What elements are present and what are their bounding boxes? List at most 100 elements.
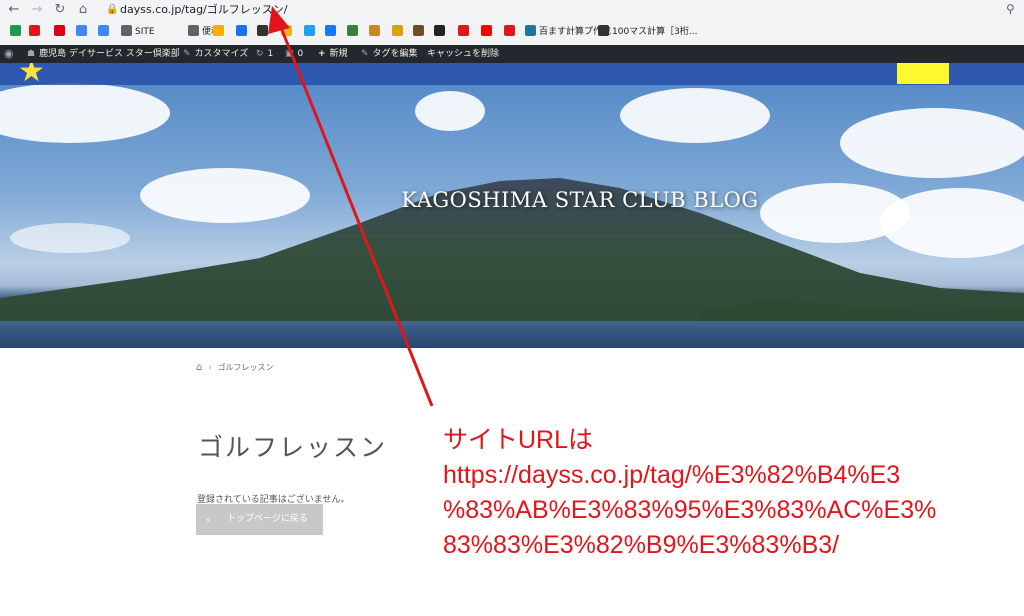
site-navigation: ★	[0, 63, 1024, 87]
address-bar[interactable]: 🔒 dayss.co.jp/tag/ゴルフレッスン/	[100, 1, 1000, 19]
url-text: dayss.co.jp/tag/ゴルフレッスン/	[120, 3, 288, 16]
google-drive-icon	[10, 25, 21, 36]
home-icon[interactable]: ⌂	[75, 2, 91, 18]
address-row: ← → ↻ ⌂ 🔒 dayss.co.jp/tag/ゴルフレッスン/ ⚲	[0, 0, 1024, 20]
bookmark-13[interactable]	[347, 25, 361, 39]
cloud	[620, 88, 770, 143]
tool-icon	[347, 25, 358, 36]
annotation-line: サイトURLは	[443, 426, 594, 454]
twitter-icon	[304, 25, 315, 36]
youtube-icon	[481, 25, 492, 36]
wp-admin-bar: ◉ ☗ 鹿児島 デイサービス スター倶楽部 ✎ カスタマイズ ↻ 1 ▣ 0 + 新規 ✎…	[0, 45, 1024, 63]
globe-icon	[257, 25, 268, 36]
blog-title: KAGOSHIMA STAR CLUB BLOG	[401, 188, 759, 212]
image-icon	[413, 25, 424, 36]
back-to-top-label: トップページに戻る	[227, 514, 308, 524]
browser-chrome: ← → ↻ ⌂ 🔒 dayss.co.jp/tag/ゴルフレッスン/ ⚲ SIT…	[0, 0, 1024, 45]
bookmark-11[interactable]	[304, 25, 318, 39]
page-title: ゴルフレッスン	[198, 433, 388, 462]
bookmarks-bar: SITE 便利 百ます計算プ作成 100マス計算［3桁...	[0, 22, 1024, 42]
bookmark-3[interactable]	[76, 25, 90, 39]
bookmark-8[interactable]	[236, 25, 250, 39]
admin-edit-tag-label: タグを編集	[372, 49, 418, 59]
hero-banner: ★ KAGOSHIMA STAR CLUB BLOG	[0, 63, 1024, 348]
star-icon	[281, 25, 292, 36]
back-to-top-button[interactable]: ‹ トップページに戻る	[196, 504, 323, 535]
admin-customize-label: カスタマイズ	[194, 49, 249, 59]
admin-clear-cache[interactable]: キャッシュを削除	[427, 45, 499, 63]
bookmark-12[interactable]	[325, 25, 339, 39]
annotation-line: https://dayss.co.jp/tag/%E3%82%B4%E3	[443, 461, 901, 489]
translate-icon	[98, 25, 109, 36]
admin-customize[interactable]: ✎ カスタマイズ	[183, 45, 248, 63]
star-logo-icon[interactable]: ★	[18, 63, 45, 87]
reload-icon[interactable]: ↻	[52, 2, 68, 18]
bookmark-20[interactable]	[504, 25, 518, 39]
bookmark-4[interactable]	[98, 25, 112, 39]
bookmark-label: 100マス計算［3桁...	[612, 27, 698, 37]
pencil-icon: ✎	[361, 49, 369, 59]
admin-updates[interactable]: ↻ 1	[256, 45, 273, 63]
bookmark-label: SITE	[135, 27, 155, 37]
bookmark-18[interactable]	[458, 25, 472, 39]
bookmark-16[interactable]	[413, 25, 427, 39]
bookmark-5[interactable]: SITE	[121, 25, 155, 39]
brush-icon: ✎	[183, 49, 191, 59]
admin-comments[interactable]: ▣ 0	[285, 45, 303, 63]
bookmark-1[interactable]	[29, 25, 43, 39]
bookmark-2[interactable]	[54, 25, 68, 39]
dashboard-icon: ☗	[27, 49, 36, 59]
red-icon	[504, 25, 515, 36]
cloud	[415, 91, 485, 131]
folder-icon	[188, 25, 199, 36]
panda-icon	[434, 25, 445, 36]
analytics-icon	[213, 25, 224, 36]
annotation-text: サイトURLは https://dayss.co.jp/tag/%E3%82%B…	[443, 423, 1023, 563]
forward-arrow-icon[interactable]: →	[29, 2, 45, 18]
admin-site-name[interactable]: ☗ 鹿児島 デイサービス スター倶楽部	[27, 45, 180, 63]
folder-icon	[121, 25, 132, 36]
admin-updates-count: 1	[267, 49, 274, 59]
admin-comments-count: 0	[297, 49, 304, 59]
breadcrumb-current: ゴルフレッスン	[217, 363, 274, 372]
bookmark-10[interactable]	[281, 25, 295, 39]
chevron-left-icon: ‹	[206, 513, 211, 526]
plus-icon: +	[318, 49, 326, 59]
search-icon[interactable]: ⚲	[1006, 2, 1015, 16]
u-icon	[369, 25, 380, 36]
flower-icon	[29, 25, 40, 36]
site-icon	[598, 25, 609, 36]
bookmark-22[interactable]: 100マス計算［3桁...	[598, 25, 698, 39]
bookmark-7[interactable]	[213, 25, 227, 39]
bookmark-0[interactable]	[10, 25, 24, 39]
wordpress-icon	[525, 25, 536, 36]
chevron-right-icon: ›	[208, 363, 212, 372]
facebook-icon	[325, 25, 336, 36]
bookmark-17[interactable]	[434, 25, 448, 39]
cat-icon	[392, 25, 403, 36]
annotation-line: %83%AB%E3%83%95%E3%83%AC%E3%	[443, 496, 937, 524]
nav-cta-highlight[interactable]	[897, 63, 949, 84]
breadcrumb: ⌂ › ゴルフレッスン	[196, 362, 274, 373]
admin-new[interactable]: + 新規	[318, 45, 348, 63]
bookmark-14[interactable]	[369, 25, 383, 39]
admin-site-name-label: 鹿児島 デイサービス スター倶楽部	[39, 49, 180, 59]
google-icon	[76, 25, 87, 36]
home-icon[interactable]: ⌂	[196, 362, 202, 373]
bookmark-9[interactable]	[257, 25, 271, 39]
refresh-icon: ↻	[256, 49, 264, 59]
admin-edit-tag[interactable]: ✎ タグを編集	[361, 45, 418, 63]
annotation-line: 83%83%E3%82%B9%E3%83%B3/	[443, 531, 840, 559]
wifi-icon	[236, 25, 247, 36]
bookmark-19[interactable]	[481, 25, 495, 39]
admin-clear-cache-label: キャッシュを削除	[427, 49, 500, 59]
lock-icon: 🔒	[106, 4, 119, 15]
wordpress-icon[interactable]: ◉	[4, 45, 14, 63]
back-arrow-icon[interactable]: ←	[6, 2, 22, 18]
comment-icon: ▣	[285, 49, 294, 59]
yahoo-icon	[54, 25, 65, 36]
cloud	[840, 108, 1024, 178]
record-icon	[458, 25, 469, 36]
bookmark-15[interactable]	[392, 25, 406, 39]
admin-new-label: 新規	[329, 49, 348, 59]
